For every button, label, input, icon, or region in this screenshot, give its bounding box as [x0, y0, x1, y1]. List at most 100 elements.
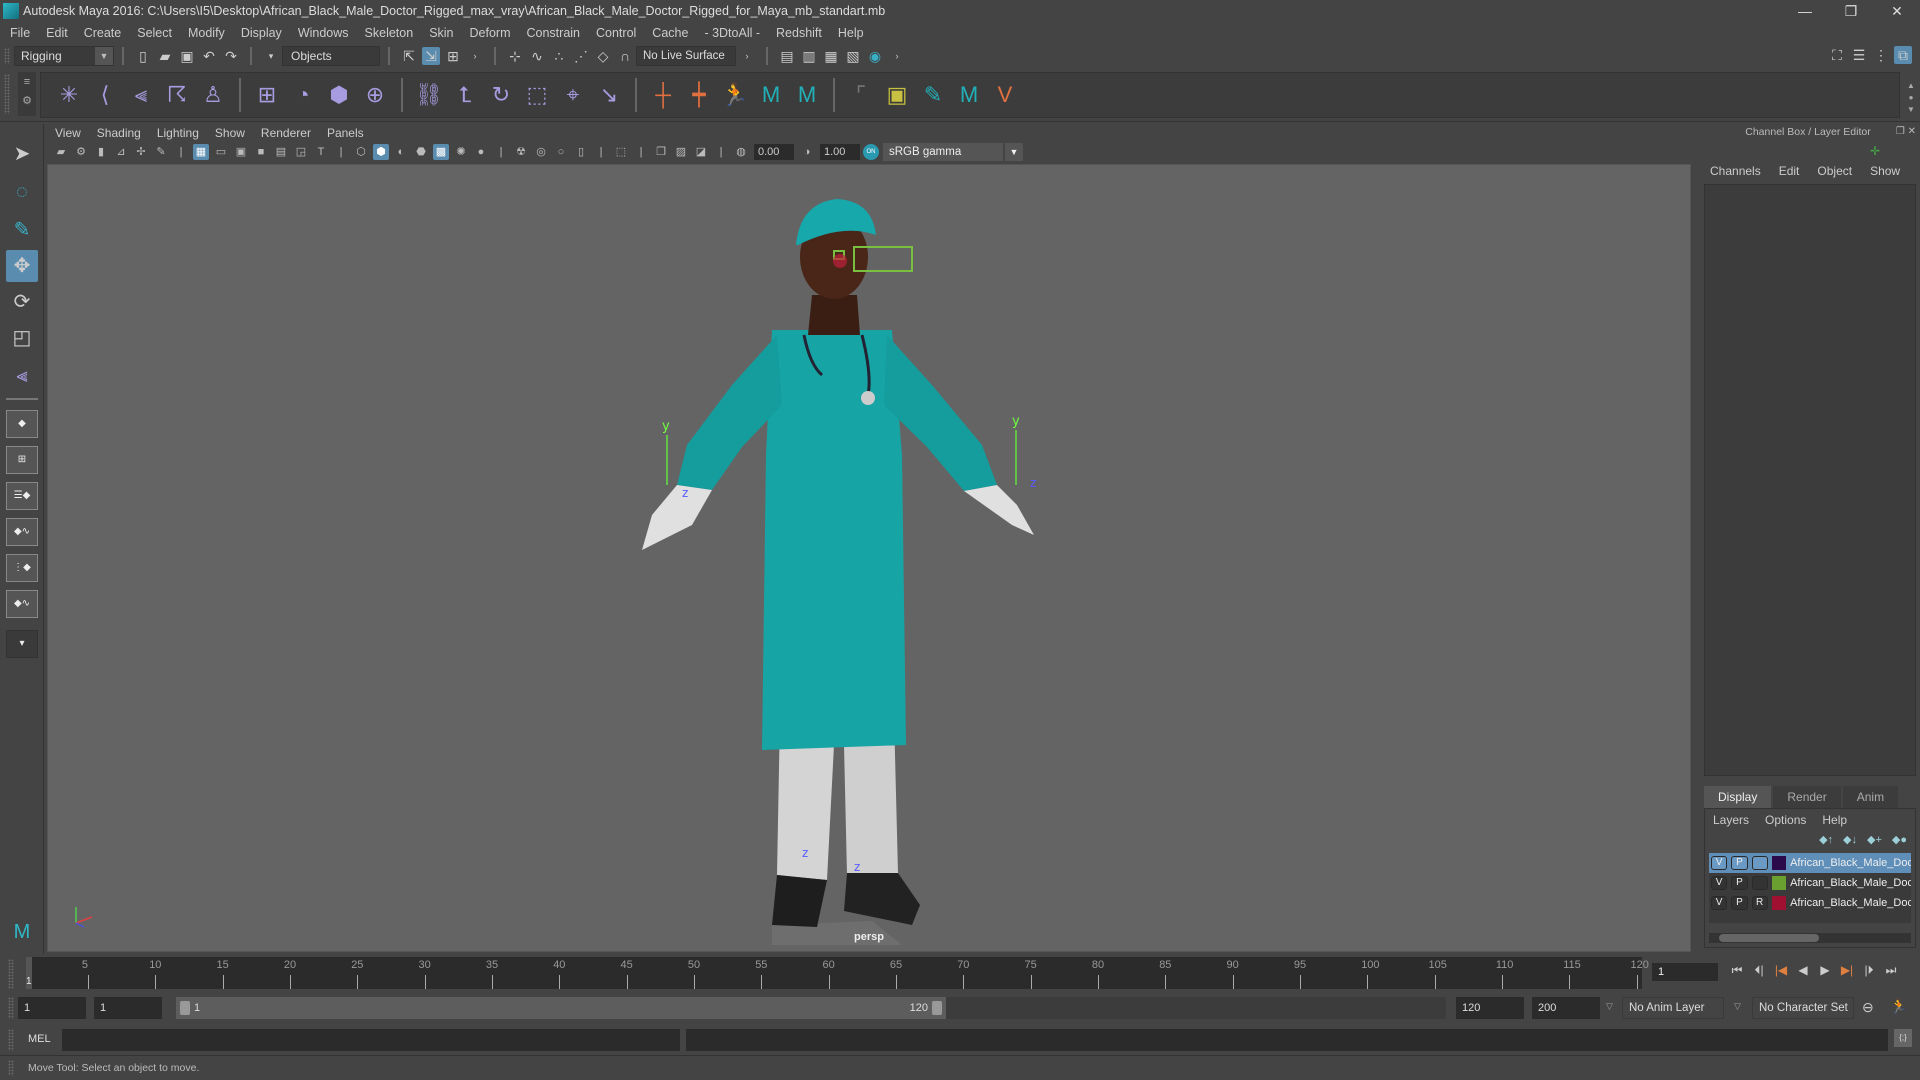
- grease-pencil-icon[interactable]: ✎: [153, 144, 169, 160]
- chevron-down-icon[interactable]: ▽: [1606, 1001, 1613, 1012]
- channel-menu-edit[interactable]: Edit: [1779, 164, 1800, 178]
- layer-visibility-toggle[interactable]: V: [1711, 876, 1728, 890]
- orient-constraint-icon[interactable]: ↻: [487, 81, 515, 109]
- persp-graph-outliner-layout-icon[interactable]: ◆∿: [6, 590, 38, 618]
- tab-display[interactable]: Display: [1704, 786, 1772, 808]
- humanik-icon[interactable]: ♙: [199, 81, 227, 109]
- wireframe-on-shaded-icon[interactable]: ⬣: [413, 144, 429, 160]
- panel-menu-panels[interactable]: Panels: [327, 126, 364, 140]
- layer-reference-toggle[interactable]: R: [1751, 896, 1768, 910]
- save-scene-icon[interactable]: ▣: [178, 47, 196, 65]
- panel-menu-renderer[interactable]: Renderer: [261, 126, 311, 140]
- joint-tool-icon[interactable]: ✳: [55, 81, 83, 109]
- layer-name[interactable]: African_Black_Male_Doctor: [1790, 877, 1911, 889]
- character-set-dropdown[interactable]: No Character Set: [1752, 997, 1854, 1019]
- smooth-bind-icon[interactable]: ◔: [289, 81, 317, 109]
- menu-skin[interactable]: Skin: [429, 26, 453, 40]
- four-view-layout-icon[interactable]: ⊞: [6, 446, 38, 474]
- default-material-icon[interactable]: ◐: [393, 144, 409, 160]
- current-time-marker[interactable]: 1: [26, 957, 32, 989]
- anti-aliasing-icon[interactable]: ○: [553, 144, 569, 160]
- channel-menu-show[interactable]: Show: [1870, 164, 1900, 178]
- resolution-gate-icon[interactable]: ▣: [233, 144, 249, 160]
- menu-cache[interactable]: Cache: [652, 26, 688, 40]
- blank-slot-icon[interactable]: ⌜: [847, 81, 875, 109]
- scale-tool-icon[interactable]: ◰: [6, 322, 38, 354]
- character-model[interactable]: y y z z z z: [572, 185, 1092, 945]
- snap-grid-icon[interactable]: ⊹: [506, 47, 524, 65]
- maya-m-1-icon[interactable]: M: [757, 81, 785, 109]
- layer-name[interactable]: African_Black_Male_Doctor: [1790, 897, 1911, 909]
- expand-arrow-icon[interactable]: ›: [466, 47, 484, 65]
- expand-arrow-icon[interactable]: ›: [738, 47, 756, 65]
- paint-skin-icon[interactable]: ✎: [919, 81, 947, 109]
- channel-box-toggle-icon[interactable]: ⧉: [1894, 46, 1912, 64]
- playback-end-field[interactable]: 120: [1456, 997, 1524, 1019]
- drag-handle[interactable]: [4, 48, 10, 64]
- select-component-icon[interactable]: ⊞: [444, 47, 462, 65]
- step-forward-key-icon[interactable]: ▶|: [1836, 963, 1858, 978]
- tool-settings-icon[interactable]: ⋮: [1872, 46, 1890, 64]
- panel-menu-view[interactable]: View: [55, 126, 81, 140]
- joint-tool-icon[interactable]: ⫷: [6, 360, 38, 392]
- command-input[interactable]: [62, 1029, 680, 1051]
- rotate-tool-icon[interactable]: ⟳: [6, 286, 38, 318]
- ik-handle-icon[interactable]: ⟨: [91, 81, 119, 109]
- menu-edit[interactable]: Edit: [46, 26, 68, 40]
- layer-row[interactable]: VPR African_Black_Male_Doctor: [1709, 893, 1911, 913]
- lasso-tool-icon[interactable]: ◌: [6, 176, 38, 208]
- channel-menu-object[interactable]: Object: [1817, 164, 1852, 178]
- scale-constraint-icon[interactable]: ⬚: [523, 81, 551, 109]
- outliner-persp-layout-icon[interactable]: ☰◆: [6, 482, 38, 510]
- new-layer-icon[interactable]: ◆+: [1867, 833, 1882, 846]
- layer-row[interactable]: VP African_Black_Male_Doctor: [1709, 853, 1911, 873]
- shelf-scrollbar[interactable]: ▲ ● ▼: [1906, 80, 1916, 116]
- drag-handle[interactable]: [8, 997, 14, 1019]
- animation-preferences-icon[interactable]: 🏃: [1890, 998, 1907, 1015]
- panel-menu-shading[interactable]: Shading: [97, 126, 141, 140]
- vertex-tool-icon[interactable]: V: [991, 81, 1019, 109]
- layer-name[interactable]: African_Black_Male_Doctor: [1790, 857, 1911, 869]
- gate-mask-icon[interactable]: ■: [253, 144, 269, 160]
- screen-space-ao-icon[interactable]: ☢: [513, 144, 529, 160]
- menu-select[interactable]: Select: [137, 26, 172, 40]
- snap-point-icon[interactable]: ∴: [550, 47, 568, 65]
- panel-menu-show[interactable]: Show: [215, 126, 245, 140]
- snap-magnet-icon[interactable]: ∩: [616, 47, 634, 65]
- motion-blur-icon[interactable]: ◎: [533, 144, 549, 160]
- locator-icon[interactable]: ┼: [649, 81, 677, 109]
- paint-select-tool-icon[interactable]: ✎: [6, 214, 38, 246]
- range-end-handle[interactable]: [932, 1001, 942, 1015]
- mel-label[interactable]: MEL: [28, 1033, 51, 1045]
- ik-spline-handle-icon[interactable]: ☈: [163, 81, 191, 109]
- image-plane-icon[interactable]: ⊿: [113, 144, 129, 160]
- menu-redshift[interactable]: Redshift: [776, 26, 822, 40]
- open-scene-icon[interactable]: ▰: [156, 47, 174, 65]
- safe-title-icon[interactable]: T: [313, 144, 329, 160]
- 3d-viewport[interactable]: y y z z z z persp: [47, 164, 1691, 952]
- script-editor-icon[interactable]: {;}: [1894, 1029, 1912, 1047]
- select-camera-icon[interactable]: ▰: [53, 144, 69, 160]
- panel-menu-lighting[interactable]: Lighting: [157, 126, 199, 140]
- layer-playback-toggle[interactable]: P: [1731, 856, 1748, 870]
- new-layer-selected-icon[interactable]: ◆●: [1892, 833, 1907, 846]
- drag-handle[interactable]: [8, 1029, 14, 1051]
- timeline-bar[interactable]: 1 5 10 15 20 25 30 35 40 45 50 55 60 65 70 75 80 85 90 95 1…: [26, 957, 1649, 989]
- range-start-handle[interactable]: [180, 1001, 190, 1015]
- isolate-select-icon[interactable]: ⬚: [613, 144, 629, 160]
- menu-constrain[interactable]: Constrain: [527, 26, 581, 40]
- render-settings-icon[interactable]: ▤: [778, 47, 796, 65]
- hypershade-persp-layout-icon[interactable]: ⋮◆: [6, 554, 38, 582]
- layer-visibility-toggle[interactable]: V: [1711, 856, 1728, 870]
- layer-color-swatch[interactable]: [1771, 876, 1787, 890]
- ik-spline-icon[interactable]: ⫷: [127, 81, 155, 109]
- snap-curve-icon[interactable]: ∿: [528, 47, 546, 65]
- camera-attributes-icon[interactable]: ⚙: [73, 144, 89, 160]
- grid-icon[interactable]: ▦: [193, 144, 209, 160]
- channel-menu-channels[interactable]: Channels: [1710, 164, 1761, 178]
- layer-playback-toggle[interactable]: P: [1731, 896, 1748, 910]
- parent-constraint-icon[interactable]: ⛓: [415, 81, 443, 109]
- play-forward-icon[interactable]: ▶: [1814, 963, 1836, 978]
- modeling-toolkit-icon[interactable]: ⛶: [1828, 46, 1846, 64]
- menu-create[interactable]: Create: [84, 26, 122, 40]
